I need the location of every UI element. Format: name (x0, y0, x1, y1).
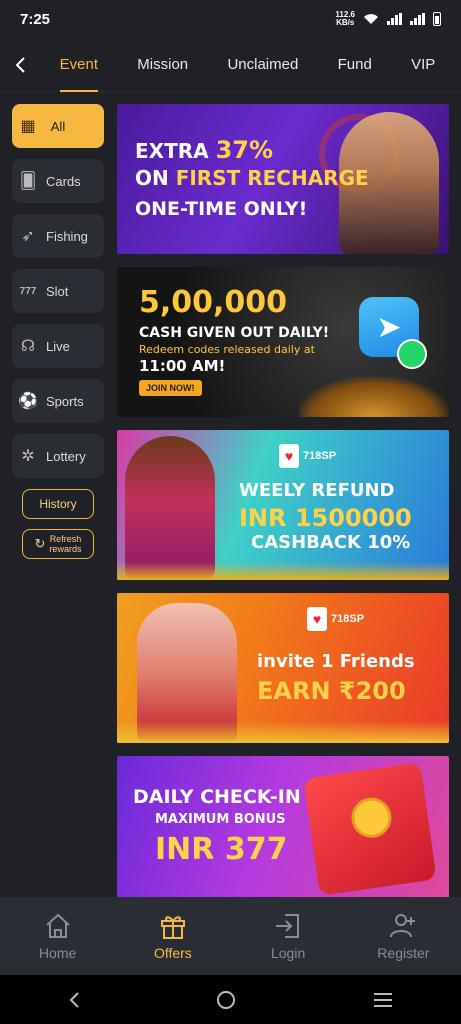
status-bar: 7:25 112.6 KB/s (0, 0, 461, 38)
system-home-icon[interactable] (215, 989, 237, 1011)
grid-icon: ▦ (20, 118, 36, 135)
status-icons: 112.6 KB/s (335, 11, 441, 27)
category-label: Slot (46, 283, 69, 299)
tab-fund[interactable]: Fund (338, 38, 372, 92)
login-icon (276, 914, 300, 938)
brand-logo: ♥ 718SP (279, 444, 336, 468)
chevron-left-icon (15, 56, 25, 73)
nav-offers[interactable]: Offers (115, 897, 230, 975)
gift-icon (160, 916, 185, 939)
tab-bar: Event Mission Unclaimed Fund VIP (40, 38, 461, 92)
nav-label: Offers (153, 945, 192, 961)
system-navigation-bar (0, 975, 461, 1024)
nav-label: Login (270, 945, 306, 961)
tab-unclaimed[interactable]: Unclaimed (227, 38, 298, 92)
banner-daily-checkin[interactable]: DAILY CHECK-IN MAXIMUM BONUS INR 377 (117, 756, 449, 901)
category-all[interactable]: ▦ All (12, 104, 104, 148)
nav-home[interactable]: Home (0, 897, 115, 975)
promotion-list: EXTRA 37% ON FIRST RECHARGE ONE-TIME ONL… (117, 104, 449, 914)
refresh-icon: ↻ (34, 536, 46, 551)
category-label: Sports (46, 393, 84, 409)
lottery-icon: ✲ (21, 448, 35, 465)
refresh-rewards-button[interactable]: ↻ Refresh rewards (22, 529, 94, 559)
tab-event[interactable]: Event (59, 38, 99, 92)
signal-icon (387, 13, 402, 25)
tab-mission[interactable]: Mission (137, 38, 188, 92)
top-navigation: Event Mission Unclaimed Fund VIP (0, 38, 461, 92)
nav-login[interactable]: Login (231, 897, 346, 975)
category-label: Cards (46, 173, 81, 189)
category-label: Lottery (46, 448, 86, 464)
card-logo-icon: ♥ (307, 607, 327, 631)
nav-label: Home (38, 945, 77, 961)
category-label: Live (46, 338, 70, 354)
signal-icon-2 (410, 13, 425, 25)
clock: 7:25 (20, 10, 51, 28)
add-user-icon (390, 914, 416, 938)
live-icon: ☊ (20, 338, 36, 355)
wifi-icon (364, 14, 378, 24)
bottom-navigation: Home Offers Login Register (0, 897, 461, 975)
card-logo-icon: ♥ (279, 444, 299, 468)
character-image (125, 436, 215, 580)
whatsapp-icon (397, 339, 427, 369)
banner-invite-friends[interactable]: ♥ 718SP invite 1 Friends EARN ₹200 (117, 593, 449, 743)
category-label: Fishing (46, 228, 88, 244)
nav-register[interactable]: Register (346, 897, 461, 975)
category-cards[interactable]: 🂠 Cards (12, 159, 104, 203)
banner-weekly-refund[interactable]: ♥ 718SP WEELY REFUND INR 1500000 CASHBACK… (117, 430, 449, 580)
banner-telegram-codes[interactable]: ➤ 5,00,000 CASH GIVEN OUT DAILY! Redeem … (117, 267, 449, 417)
category-lottery[interactable]: ✲ Lottery (12, 434, 104, 478)
category-label: All (50, 118, 66, 134)
category-live[interactable]: ☊ Live (12, 324, 104, 368)
nav-label: Register (377, 945, 430, 961)
history-button[interactable]: History (22, 489, 94, 519)
category-fishing[interactable]: ➶ Fishing (12, 214, 104, 258)
system-back-icon[interactable] (67, 991, 81, 1009)
join-now-button[interactable]: JOIN NOW! (139, 380, 202, 396)
banner-first-recharge[interactable]: EXTRA 37% ON FIRST RECHARGE ONE-TIME ONL… (117, 104, 449, 254)
coins-image (117, 562, 449, 580)
soccer-ball-icon: ⚽ (18, 393, 38, 410)
network-speed: 112.6 KB/s (335, 10, 355, 27)
cards-icon: 🂠 (19, 173, 37, 190)
category-sidebar: ▦ All 🂠 Cards ➶ Fishing 777 Slot ☊ Live … (12, 104, 104, 569)
category-slot[interactable]: 777 Slot (12, 269, 104, 313)
refresh-label: Refresh rewards (49, 534, 82, 554)
brand-logo: ♥ 718SP (307, 607, 364, 631)
coins-image (299, 377, 449, 417)
red-envelope-image (303, 762, 437, 896)
tab-vip[interactable]: VIP (411, 38, 435, 92)
battery-icon (433, 12, 441, 26)
back-button[interactable] (0, 38, 40, 92)
fish-icon: ➶ (21, 228, 35, 245)
home-icon (45, 913, 70, 938)
coins-image (117, 721, 449, 743)
category-sports[interactable]: ⚽ Sports (12, 379, 104, 423)
slot-icon: 777 (19, 285, 37, 297)
system-recents-icon[interactable] (372, 991, 394, 1009)
